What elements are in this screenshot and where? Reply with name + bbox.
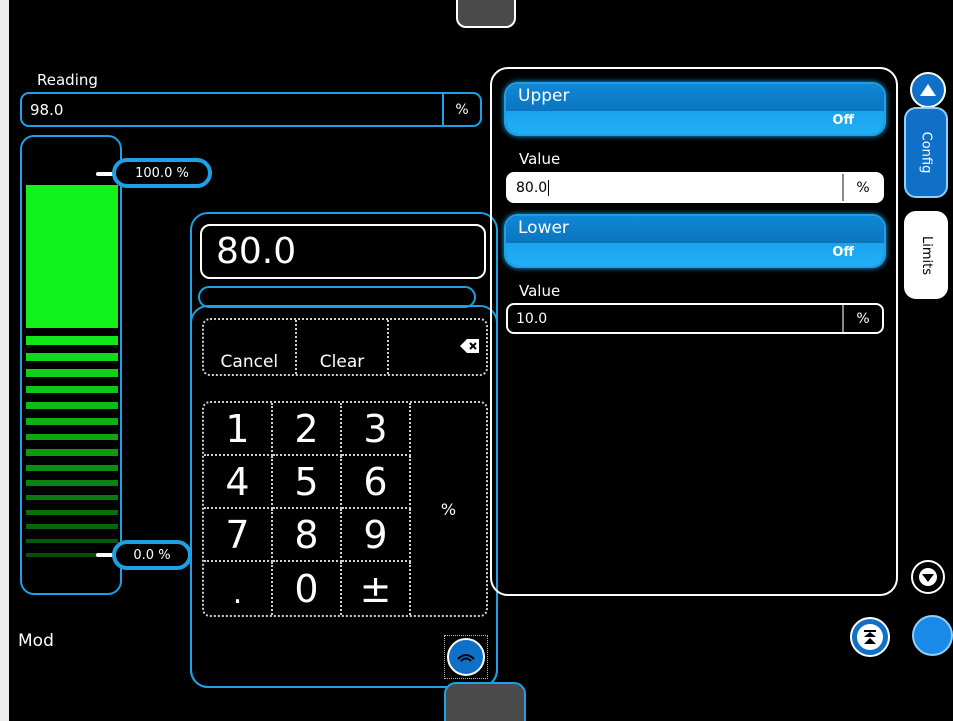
key-0[interactable]: 0 — [273, 562, 342, 615]
level-bar-segment — [26, 418, 118, 425]
upper-limit-toggle[interactable]: Upper Off — [504, 82, 886, 136]
lower-value: 10.0 — [516, 310, 548, 327]
jump-to-top-icon — [857, 624, 883, 650]
key-decimal[interactable]: . — [204, 562, 273, 615]
keypad-function-row: Cancel Clear — [202, 318, 488, 376]
backspace-button[interactable] — [387, 320, 486, 374]
upper-value-unit: % — [842, 174, 882, 201]
upper-value-text-wrap: 80.0 — [508, 179, 842, 196]
level-bar-graph — [20, 135, 122, 595]
upper-value-field[interactable]: 80.0 % — [506, 172, 884, 203]
key-2[interactable]: 2 — [273, 403, 342, 456]
level-bar-segment — [26, 538, 118, 543]
upper-value-label: Value — [519, 150, 561, 168]
level-bar-segment — [26, 449, 118, 456]
text-caret — [548, 179, 550, 196]
triangle-up-icon — [920, 84, 936, 96]
tab-config[interactable]: Config — [904, 107, 948, 198]
key-percent[interactable]: % — [411, 403, 486, 615]
keypad-close-button[interactable] — [444, 635, 488, 679]
key-1[interactable]: 1 — [204, 403, 273, 456]
bottom-drawer-handle[interactable] — [444, 682, 526, 721]
level-bar-segment — [26, 369, 118, 378]
lower-value-label: Value — [519, 282, 561, 300]
top-drawer-handle[interactable] — [456, 0, 516, 28]
reading-value: 98.0 — [30, 100, 64, 119]
reading-label: Reading — [37, 71, 98, 89]
key-5[interactable]: 5 — [273, 456, 342, 509]
level-bar-segment — [26, 319, 118, 328]
tab-config-label: Config — [918, 131, 934, 174]
keypad-grid: 1 2 3 % 4 5 6 7 8 9 . 0 ± — [202, 401, 488, 617]
lower-limit-state: Off — [506, 243, 884, 266]
lower-limit-title: Lower — [506, 216, 884, 243]
key-6[interactable]: 6 — [342, 456, 411, 509]
mode-label: Mod — [18, 631, 54, 651]
left-edge — [0, 0, 9, 721]
lower-value-unit: % — [842, 305, 882, 332]
tab-limits-label: Limits — [918, 235, 934, 275]
level-bar-segment — [26, 495, 118, 501]
reading-unit: % — [442, 94, 480, 125]
level-bar-segment — [26, 524, 118, 529]
upper-limit-title: Upper — [506, 84, 884, 111]
key-7[interactable]: 7 — [204, 509, 273, 562]
level-bar-segment — [26, 402, 118, 410]
level-bar-segment — [26, 336, 118, 345]
upper-marker-label: 100.0 % — [112, 158, 212, 188]
level-bar-segment — [26, 433, 118, 441]
key-plus-minus[interactable]: ± — [342, 562, 411, 615]
reading-field: 98.0 % — [20, 92, 482, 127]
key-8[interactable]: 8 — [273, 509, 342, 562]
lower-marker-label: 0.0 % — [112, 540, 192, 570]
keyboard-hide-icon — [447, 638, 485, 676]
scroll-up-button[interactable] — [910, 72, 946, 108]
key-9[interactable]: 9 — [342, 509, 411, 562]
keypad-display: 80.0 — [200, 224, 486, 279]
level-bar-segment — [26, 385, 118, 394]
cancel-button[interactable]: Cancel — [204, 320, 295, 374]
lower-value-field[interactable]: 10.0 % — [506, 303, 884, 334]
level-bar-segment — [26, 352, 118, 362]
level-bar-fill — [26, 184, 118, 319]
level-bar-segment — [26, 464, 118, 471]
backspace-icon — [460, 339, 480, 353]
clear-button[interactable]: Clear — [294, 320, 388, 374]
key-4[interactable]: 4 — [204, 456, 273, 509]
status-button[interactable] — [912, 615, 953, 656]
scroll-down-button[interactable] — [911, 560, 945, 594]
lower-limit-toggle[interactable]: Lower Off — [504, 214, 886, 268]
triangle-down-icon — [919, 568, 937, 586]
upper-limit-state: Off — [506, 111, 884, 134]
tab-limits[interactable]: Limits — [904, 211, 948, 299]
level-bar-segment — [26, 480, 118, 486]
key-3[interactable]: 3 — [342, 403, 411, 456]
upper-value: 80.0 — [516, 179, 548, 196]
scroll-to-top-button[interactable] — [850, 617, 890, 657]
level-bar-segment — [26, 509, 118, 515]
